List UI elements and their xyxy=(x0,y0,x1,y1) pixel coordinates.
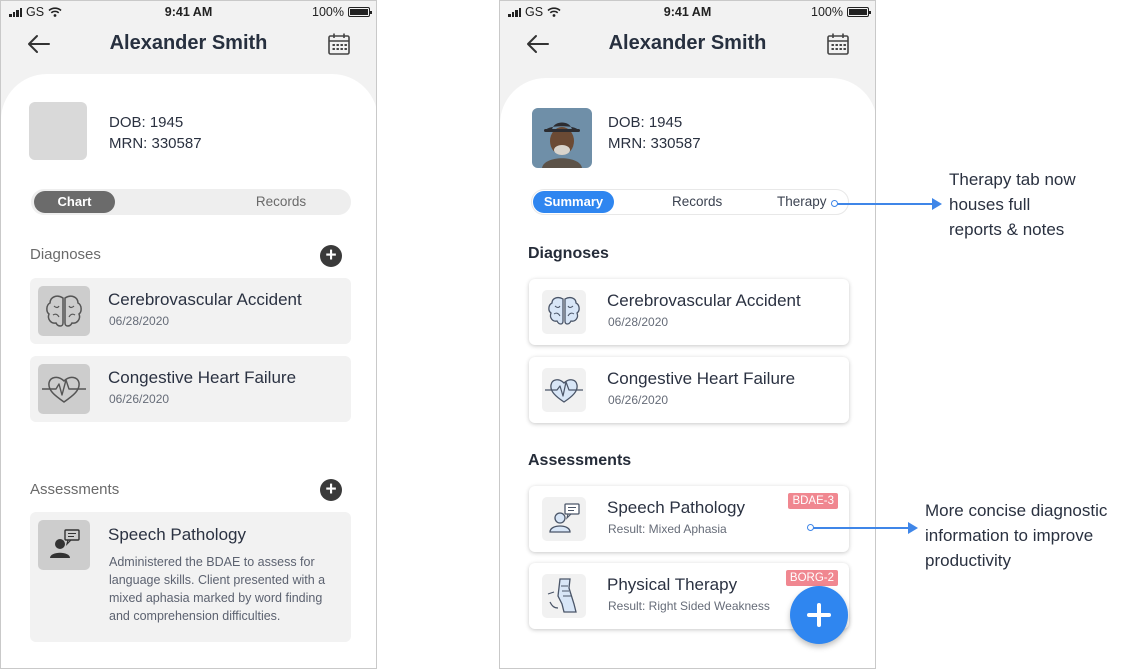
assessment-badge: BORG-2 xyxy=(785,570,838,586)
annotation-line: Therapy tab now xyxy=(949,170,1076,189)
physical-therapy-icon xyxy=(542,574,586,618)
phone-before: GS 9:41 AM 100% Alexander Smith DOB: 194… xyxy=(0,0,377,669)
diagnosis-date: 06/28/2020 xyxy=(608,315,669,329)
annotation-line: houses full xyxy=(949,195,1031,214)
assessment-name: Speech Pathology xyxy=(607,498,745,517)
tab-records[interactable]: Records xyxy=(672,190,722,214)
speech-icon xyxy=(38,520,90,570)
page-title: Alexander Smith xyxy=(608,32,767,54)
battery-icon xyxy=(847,7,871,17)
tab-therapy[interactable]: Therapy xyxy=(777,190,827,214)
annotation-concise-info: More concise diagnostic information to i… xyxy=(925,498,1107,573)
heart-icon xyxy=(542,368,586,412)
header: Alexander Smith xyxy=(1,29,376,61)
assessments-heading: Assessments xyxy=(528,452,632,469)
heart-icon xyxy=(38,364,90,414)
assessment-badge: BDAE-3 xyxy=(788,493,838,509)
brain-icon xyxy=(38,286,90,336)
annotation-line: information to improve xyxy=(925,526,1094,545)
add-fab-button[interactable] xyxy=(790,586,848,644)
diagnosis-date: 06/26/2020 xyxy=(608,393,669,407)
diagnosis-date: 06/28/2020 xyxy=(109,314,170,328)
assessment-result: Result: Mixed Aphasia xyxy=(608,522,727,536)
battery-percent: 100% xyxy=(312,5,344,19)
diagnosis-name: Congestive Heart Failure xyxy=(607,369,796,388)
assessment-card[interactable]: Speech Pathology Result: Mixed Aphasia B… xyxy=(529,486,849,552)
diagnosis-card[interactable]: Congestive Heart Failure 06/26/2020 xyxy=(30,356,351,422)
battery-percent: 100% xyxy=(811,5,843,19)
calendar-icon[interactable] xyxy=(326,31,352,57)
diagnosis-name: Cerebrovascular Accident xyxy=(108,290,302,309)
diagnoses-heading: Diagnoses xyxy=(528,245,609,262)
assessment-description: Administered the BDAE to assess for lang… xyxy=(109,555,326,623)
speech-icon xyxy=(542,497,586,541)
tab-summary[interactable]: Summary xyxy=(533,191,614,213)
status-bar: GS 9:41 AM 100% xyxy=(1,4,376,20)
assessment-name: Speech Pathology xyxy=(108,525,246,544)
annotation-therapy-tab: Therapy tab now houses full reports & no… xyxy=(949,167,1076,242)
mrn: MRN: 330587 xyxy=(109,135,202,152)
annotation-line: More concise diagnostic xyxy=(925,501,1108,520)
diagnosis-card[interactable]: Congestive Heart Failure 06/26/2020 xyxy=(529,357,849,423)
annotation-line: reports & notes xyxy=(949,220,1065,239)
avatar-placeholder xyxy=(29,102,87,160)
annotation-arrow xyxy=(831,198,942,210)
patient-info: DOB: 1945 MRN: 330587 xyxy=(109,112,202,154)
tab-bar: Summary Records Therapy xyxy=(531,189,849,215)
patient-photo xyxy=(532,108,592,168)
diagnosis-date: 06/26/2020 xyxy=(109,392,170,406)
assessments-heading: Assessments xyxy=(30,481,120,498)
diagnosis-card[interactable]: Cerebrovascular Accident 06/28/2020 xyxy=(529,279,849,345)
battery-icon xyxy=(348,7,372,17)
annotation-arrow xyxy=(807,522,918,534)
assessment-card[interactable]: Speech Pathology Administered the BDAE t… xyxy=(30,512,351,642)
add-assessment-button[interactable]: + xyxy=(320,479,342,501)
diagnosis-name: Congestive Heart Failure xyxy=(108,368,297,387)
page-title: Alexander Smith xyxy=(109,32,268,54)
mrn: MRN: 330587 xyxy=(608,135,701,152)
diagnosis-name: Cerebrovascular Accident xyxy=(607,291,801,310)
dob: DOB: 1945 xyxy=(608,114,683,131)
assessment-result: Result: Right Sided Weakness xyxy=(608,599,770,613)
calendar-icon[interactable] xyxy=(825,31,851,57)
tab-records[interactable]: Records xyxy=(241,189,321,215)
assessment-name: Physical Therapy xyxy=(607,575,738,594)
tab-chart[interactable]: Chart xyxy=(34,191,115,213)
add-diagnosis-button[interactable]: + xyxy=(320,245,342,267)
patient-info: DOB: 1945 MRN: 330587 xyxy=(608,112,701,154)
header: Alexander Smith xyxy=(500,29,875,61)
phone-after: GS 9:41 AM 100% Alexander Smith DOB: 194… xyxy=(499,0,876,669)
tab-bar: Chart Records xyxy=(31,189,351,215)
diagnosis-card[interactable]: Cerebrovascular Accident 06/28/2020 xyxy=(30,278,351,344)
annotation-line: productivity xyxy=(925,551,1011,570)
diagnoses-heading: Diagnoses xyxy=(30,246,101,263)
brain-icon xyxy=(542,290,586,334)
status-bar: GS 9:41 AM 100% xyxy=(500,4,875,20)
dob: DOB: 1945 xyxy=(109,114,184,131)
